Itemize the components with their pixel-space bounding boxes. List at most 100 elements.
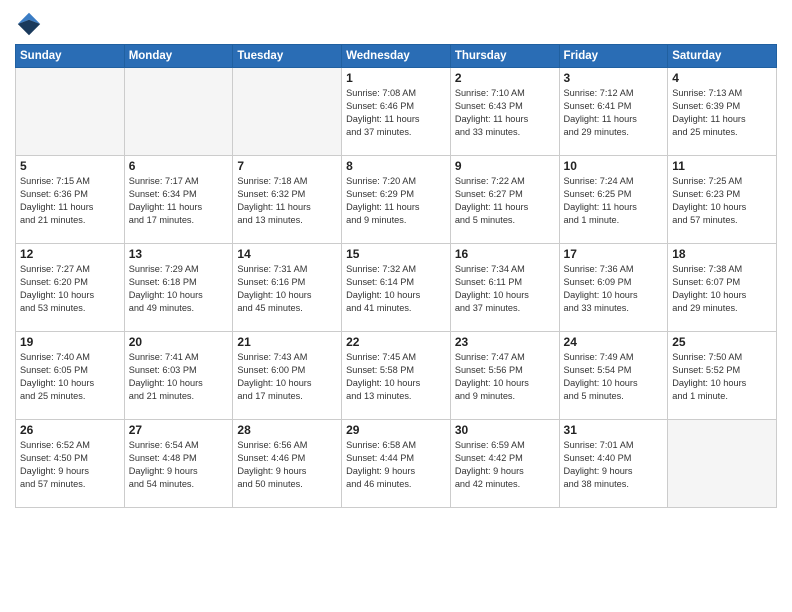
day-number: 2 [455, 71, 555, 85]
calendar-week-row: 5 Sunrise: 7:15 AM Sunset: 6:36 PM Daylig… [16, 156, 777, 244]
day-number: 21 [237, 335, 337, 349]
day-info: Sunrise: 6:58 AM Sunset: 4:44 PM Dayligh… [346, 439, 446, 491]
calendar-cell: 14 Sunrise: 7:31 AM Sunset: 6:16 PM Dayli… [233, 244, 342, 332]
day-number: 1 [346, 71, 446, 85]
day-number: 5 [20, 159, 120, 173]
calendar-week-row: 19 Sunrise: 7:40 AM Sunset: 6:05 PM Dayli… [16, 332, 777, 420]
page: SundayMondayTuesdayWednesdayThursdayFrid… [0, 0, 792, 612]
calendar-cell [668, 420, 777, 508]
day-number: 19 [20, 335, 120, 349]
calendar-header-friday: Friday [559, 45, 668, 68]
calendar-cell [233, 68, 342, 156]
calendar-cell [16, 68, 125, 156]
calendar-cell: 13 Sunrise: 7:29 AM Sunset: 6:18 PM Dayli… [124, 244, 233, 332]
day-number: 30 [455, 423, 555, 437]
calendar-cell: 25 Sunrise: 7:50 AM Sunset: 5:52 PM Dayli… [668, 332, 777, 420]
calendar-header-tuesday: Tuesday [233, 45, 342, 68]
calendar-header-monday: Monday [124, 45, 233, 68]
day-info: Sunrise: 7:22 AM Sunset: 6:27 PM Dayligh… [455, 175, 555, 227]
calendar-cell: 26Sunrise: 6:52 AM Sunset: 4:50 PM Dayli… [16, 420, 125, 508]
day-number: 22 [346, 335, 446, 349]
day-info: Sunrise: 7:31 AM Sunset: 6:16 PM Dayligh… [237, 263, 337, 315]
calendar-cell: 29Sunrise: 6:58 AM Sunset: 4:44 PM Dayli… [342, 420, 451, 508]
calendar-cell: 17 Sunrise: 7:36 AM Sunset: 6:09 PM Dayli… [559, 244, 668, 332]
calendar-header-saturday: Saturday [668, 45, 777, 68]
day-info: Sunrise: 7:41 AM Sunset: 6:03 PM Dayligh… [129, 351, 229, 403]
calendar-cell: 19 Sunrise: 7:40 AM Sunset: 6:05 PM Dayli… [16, 332, 125, 420]
day-info: Sunrise: 7:38 AM Sunset: 6:07 PM Dayligh… [672, 263, 772, 315]
day-info: Sunrise: 7:47 AM Sunset: 5:56 PM Dayligh… [455, 351, 555, 403]
day-number: 3 [564, 71, 664, 85]
day-info: Sunrise: 7:29 AM Sunset: 6:18 PM Dayligh… [129, 263, 229, 315]
day-info: Sunrise: 7:17 AM Sunset: 6:34 PM Dayligh… [129, 175, 229, 227]
day-info: Sunrise: 7:15 AM Sunset: 6:36 PM Dayligh… [20, 175, 120, 227]
day-number: 20 [129, 335, 229, 349]
day-info: Sunrise: 7:25 AM Sunset: 6:23 PM Dayligh… [672, 175, 772, 227]
day-info: Sunrise: 7:36 AM Sunset: 6:09 PM Dayligh… [564, 263, 664, 315]
calendar: SundayMondayTuesdayWednesdayThursdayFrid… [15, 44, 777, 508]
day-info: Sunrise: 7:20 AM Sunset: 6:29 PM Dayligh… [346, 175, 446, 227]
calendar-cell: 1Sunrise: 7:08 AM Sunset: 6:46 PM Daylig… [342, 68, 451, 156]
day-info: Sunrise: 7:18 AM Sunset: 6:32 PM Dayligh… [237, 175, 337, 227]
calendar-cell: 28 Sunrise: 6:56 AM Sunset: 4:46 PM Dayli… [233, 420, 342, 508]
calendar-cell [124, 68, 233, 156]
calendar-cell: 20 Sunrise: 7:41 AM Sunset: 6:03 PM Dayli… [124, 332, 233, 420]
day-info: Sunrise: 7:49 AM Sunset: 5:54 PM Dayligh… [564, 351, 664, 403]
day-info: Sunrise: 7:10 AM Sunset: 6:43 PM Dayligh… [455, 87, 555, 139]
calendar-week-row: 1Sunrise: 7:08 AM Sunset: 6:46 PM Daylig… [16, 68, 777, 156]
day-number: 18 [672, 247, 772, 261]
calendar-week-row: 12 Sunrise: 7:27 AM Sunset: 6:20 PM Dayli… [16, 244, 777, 332]
calendar-cell: 4Sunrise: 7:13 AM Sunset: 6:39 PM Daylig… [668, 68, 777, 156]
day-number: 25 [672, 335, 772, 349]
day-number: 16 [455, 247, 555, 261]
calendar-cell: 31 Sunrise: 7:01 AM Sunset: 4:40 PM Dayli… [559, 420, 668, 508]
calendar-header-thursday: Thursday [450, 45, 559, 68]
calendar-cell: 12 Sunrise: 7:27 AM Sunset: 6:20 PM Dayli… [16, 244, 125, 332]
day-info: Sunrise: 6:59 AM Sunset: 4:42 PM Dayligh… [455, 439, 555, 491]
day-number: 7 [237, 159, 337, 173]
calendar-cell: 2 Sunrise: 7:10 AM Sunset: 6:43 PM Daylig… [450, 68, 559, 156]
day-number: 9 [455, 159, 555, 173]
logo-icon [15, 10, 43, 38]
day-info: Sunrise: 7:01 AM Sunset: 4:40 PM Dayligh… [564, 439, 664, 491]
calendar-cell: 3 Sunrise: 7:12 AM Sunset: 6:41 PM Daylig… [559, 68, 668, 156]
calendar-cell: 22 Sunrise: 7:45 AM Sunset: 5:58 PM Dayli… [342, 332, 451, 420]
day-number: 28 [237, 423, 337, 437]
day-number: 27 [129, 423, 229, 437]
day-info: Sunrise: 7:40 AM Sunset: 6:05 PM Dayligh… [20, 351, 120, 403]
day-info: Sunrise: 7:13 AM Sunset: 6:39 PM Dayligh… [672, 87, 772, 139]
day-number: 24 [564, 335, 664, 349]
calendar-header-sunday: Sunday [16, 45, 125, 68]
calendar-cell: 6 Sunrise: 7:17 AM Sunset: 6:34 PM Daylig… [124, 156, 233, 244]
calendar-cell: 18 Sunrise: 7:38 AM Sunset: 6:07 PM Dayli… [668, 244, 777, 332]
calendar-cell: 30 Sunrise: 6:59 AM Sunset: 4:42 PM Dayli… [450, 420, 559, 508]
day-number: 12 [20, 247, 120, 261]
calendar-week-row: 26Sunrise: 6:52 AM Sunset: 4:50 PM Dayli… [16, 420, 777, 508]
calendar-cell: 10Sunrise: 7:24 AM Sunset: 6:25 PM Dayli… [559, 156, 668, 244]
calendar-cell: 5 Sunrise: 7:15 AM Sunset: 6:36 PM Daylig… [16, 156, 125, 244]
calendar-cell: 15 Sunrise: 7:32 AM Sunset: 6:14 PM Dayli… [342, 244, 451, 332]
calendar-cell: 11 Sunrise: 7:25 AM Sunset: 6:23 PM Dayli… [668, 156, 777, 244]
calendar-header-wednesday: Wednesday [342, 45, 451, 68]
calendar-cell: 8Sunrise: 7:20 AM Sunset: 6:29 PM Daylig… [342, 156, 451, 244]
day-info: Sunrise: 7:32 AM Sunset: 6:14 PM Dayligh… [346, 263, 446, 315]
day-number: 14 [237, 247, 337, 261]
day-info: Sunrise: 7:50 AM Sunset: 5:52 PM Dayligh… [672, 351, 772, 403]
calendar-header-row: SundayMondayTuesdayWednesdayThursdayFrid… [16, 45, 777, 68]
day-info: Sunrise: 7:27 AM Sunset: 6:20 PM Dayligh… [20, 263, 120, 315]
day-info: Sunrise: 7:45 AM Sunset: 5:58 PM Dayligh… [346, 351, 446, 403]
day-number: 31 [564, 423, 664, 437]
calendar-cell: 27Sunrise: 6:54 AM Sunset: 4:48 PM Dayli… [124, 420, 233, 508]
day-number: 6 [129, 159, 229, 173]
day-number: 23 [455, 335, 555, 349]
day-number: 10 [564, 159, 664, 173]
day-number: 11 [672, 159, 772, 173]
day-number: 13 [129, 247, 229, 261]
day-number: 17 [564, 247, 664, 261]
day-info: Sunrise: 6:52 AM Sunset: 4:50 PM Dayligh… [20, 439, 120, 491]
logo [15, 10, 47, 38]
day-number: 15 [346, 247, 446, 261]
calendar-cell: 7 Sunrise: 7:18 AM Sunset: 6:32 PM Daylig… [233, 156, 342, 244]
day-info: Sunrise: 6:56 AM Sunset: 4:46 PM Dayligh… [237, 439, 337, 491]
day-info: Sunrise: 7:12 AM Sunset: 6:41 PM Dayligh… [564, 87, 664, 139]
